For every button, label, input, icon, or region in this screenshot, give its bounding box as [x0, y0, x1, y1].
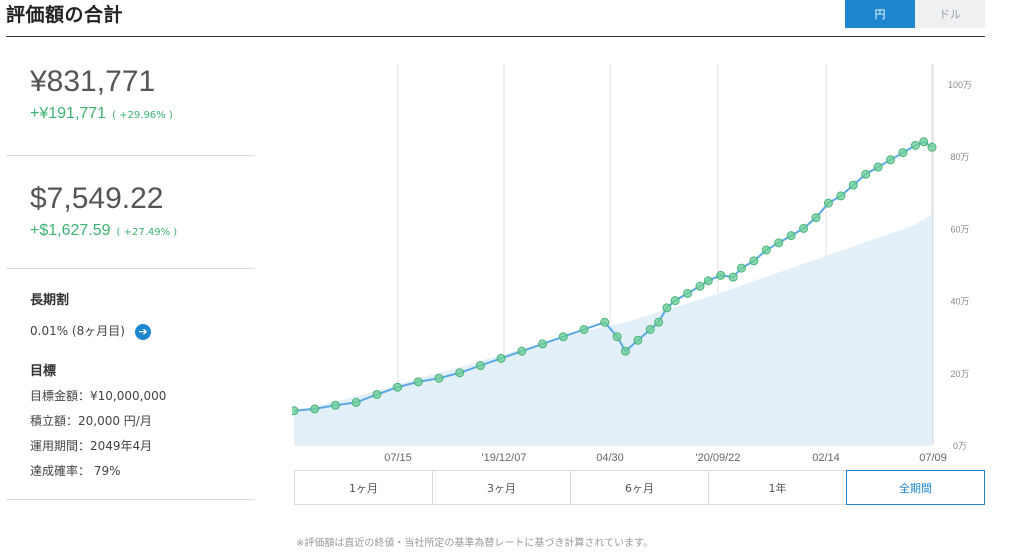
- valuation-chart: 0万 20万 40万 60万 80万 100万 07/15 '19/12/07 04/30 '20…: [289, 60, 992, 470]
- y-tick-label: 60万: [950, 224, 969, 234]
- goal-monthly: 積立額：20,000 円/月: [30, 413, 152, 428]
- data-point: [736, 263, 746, 273]
- currency-toggle: 円 ドル: [845, 0, 985, 28]
- data-point: [728, 272, 738, 282]
- data-point: [496, 353, 506, 363]
- summary-panel: ¥831,771 +¥191,771 ( +29.96% ) $7,549.22…: [6, 37, 255, 500]
- y-tick-label: 40万: [950, 297, 969, 307]
- usd-amount: $7,549.22: [30, 182, 164, 215]
- data-point: [703, 276, 713, 286]
- data-point: [289, 406, 299, 416]
- data-point: [873, 162, 883, 172]
- long-term-row: 0.01% (8ヶ月目) ➔: [30, 322, 255, 340]
- arrow-right-icon[interactable]: ➔: [134, 323, 151, 340]
- data-point: [538, 339, 548, 349]
- data-point: [774, 238, 784, 248]
- data-point: [579, 324, 589, 334]
- data-point: [761, 245, 771, 255]
- data-point: [393, 382, 403, 392]
- x-tick-label: '20/09/22: [696, 452, 741, 464]
- data-point: [898, 148, 908, 158]
- y-tick-label: 20万: [950, 369, 969, 379]
- data-point: [927, 142, 937, 152]
- data-point: [910, 140, 920, 150]
- chart-svg: 0万 20万 40万 60万 80万 100万 07/15 '19/12/07 04/30 '20…: [289, 64, 972, 464]
- x-tick-label: 07/15: [384, 452, 412, 464]
- data-point: [600, 317, 610, 327]
- data-point: [413, 377, 423, 387]
- data-point: [517, 346, 527, 356]
- data-point: [310, 404, 320, 414]
- data-point: [823, 198, 833, 208]
- range-tab[interactable]: 1年: [708, 470, 846, 505]
- yen-gain-pct: ( +29.96% ): [112, 110, 173, 121]
- data-point: [749, 256, 759, 266]
- goal-amount: 目標金額：¥10,000,000: [30, 388, 167, 403]
- yen-summary: ¥831,771 +¥191,771 ( +29.96% ): [6, 37, 255, 156]
- data-point: [558, 332, 568, 342]
- x-tick-label: 02/14: [812, 452, 840, 464]
- data-point: [848, 180, 858, 190]
- y-tick-label: 80万: [950, 152, 969, 162]
- data-point: [836, 191, 846, 201]
- range-tab[interactable]: 3ヶ月: [432, 470, 570, 505]
- usd-gain-row: +$1,627.59 ( +27.49% ): [30, 222, 255, 240]
- goal-probability: 達成確率： 79%: [30, 463, 121, 478]
- x-tick-label: 04/30: [596, 452, 624, 464]
- goal-title: 目標: [30, 363, 57, 379]
- footnote: ※評価額は直近の終値・当社所定の基準為替レートに基づき計算されています。: [296, 538, 654, 549]
- data-point: [683, 288, 693, 298]
- data-point: [620, 346, 630, 356]
- data-point: [455, 368, 465, 378]
- range-tabs: 1ヶ月 3ヶ月 6ヶ月 1年 全期間: [294, 470, 985, 505]
- y-tick-label: 100万: [948, 80, 972, 90]
- usd-summary: $7,549.22 +$1,627.59 ( +27.49% ): [6, 156, 255, 269]
- goal-period: 運用期間：2049年4月: [30, 438, 153, 453]
- data-point: [695, 281, 705, 291]
- data-point: [612, 332, 622, 342]
- range-tab[interactable]: 1ヶ月: [294, 470, 432, 505]
- data-point: [861, 169, 871, 179]
- data-point: [330, 400, 340, 410]
- y-tick-label: 0万: [953, 441, 967, 451]
- data-point: [811, 213, 821, 223]
- dollar-button[interactable]: ドル: [915, 0, 985, 28]
- range-tab[interactable]: 全期間: [846, 470, 985, 505]
- data-point: [633, 335, 643, 345]
- range-tab[interactable]: 6ヶ月: [570, 470, 708, 505]
- data-point: [372, 389, 382, 399]
- data-point: [886, 155, 896, 165]
- page-title: 評価額の合計: [6, 4, 124, 26]
- yen-gain: +¥191,771: [30, 105, 107, 122]
- data-point: [799, 223, 809, 233]
- data-point: [716, 270, 726, 280]
- data-point: [919, 137, 929, 147]
- usd-gain: +$1,627.59: [30, 222, 111, 239]
- data-point: [662, 303, 672, 313]
- x-tick-label: 07/09: [919, 452, 947, 464]
- data-point: [786, 231, 796, 241]
- long-term-value: 0.01% (8ヶ月目): [30, 324, 125, 338]
- data-point: [351, 397, 361, 407]
- yen-amount: ¥831,771: [30, 65, 156, 98]
- data-point: [475, 361, 485, 371]
- info-block: 長期割 0.01% (8ヶ月目) ➔ 目標 目標金額：¥10,000,000 積立…: [6, 269, 255, 500]
- yen-gain-row: +¥191,771 ( +29.96% ): [30, 105, 255, 123]
- usd-gain-pct: ( +27.49% ): [116, 227, 178, 238]
- data-point: [654, 317, 664, 327]
- yen-button[interactable]: 円: [845, 0, 915, 28]
- data-point: [434, 373, 444, 383]
- x-tick-label: '19/12/07: [482, 452, 527, 464]
- principal-area: [294, 213, 932, 445]
- data-point: [645, 324, 655, 334]
- data-point: [670, 296, 680, 306]
- long-term-title: 長期割: [30, 293, 70, 308]
